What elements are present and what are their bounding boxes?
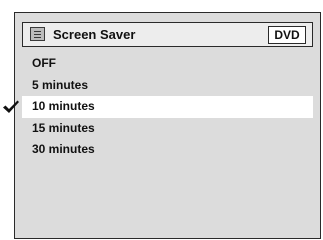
option-off[interactable]: OFF <box>22 53 313 75</box>
option-label: 10 minutes <box>32 99 95 113</box>
option-5-minutes[interactable]: 5 minutes <box>22 75 313 97</box>
checkmark-icon <box>3 100 19 113</box>
option-10-minutes[interactable]: 10 minutes <box>3 96 313 118</box>
panel-header: Screen Saver DVD <box>22 22 313 47</box>
option-label: 5 minutes <box>32 77 89 92</box>
option-30-minutes[interactable]: 30 minutes <box>22 139 313 161</box>
menu-list-icon <box>30 27 45 41</box>
option-label: 15 minutes <box>32 120 95 135</box>
page-title: Screen Saver <box>53 27 136 42</box>
source-badge: DVD <box>268 26 306 44</box>
option-15-minutes[interactable]: 15 minutes <box>22 118 313 140</box>
option-label: 30 minutes <box>32 142 95 156</box>
option-label: OFF <box>32 56 56 70</box>
screen-saver-panel: Screen Saver DVD OFF 5 minutes 10 minute… <box>3 12 321 239</box>
option-list: OFF 5 minutes 10 minutes 15 minutes 30 m… <box>3 53 313 161</box>
